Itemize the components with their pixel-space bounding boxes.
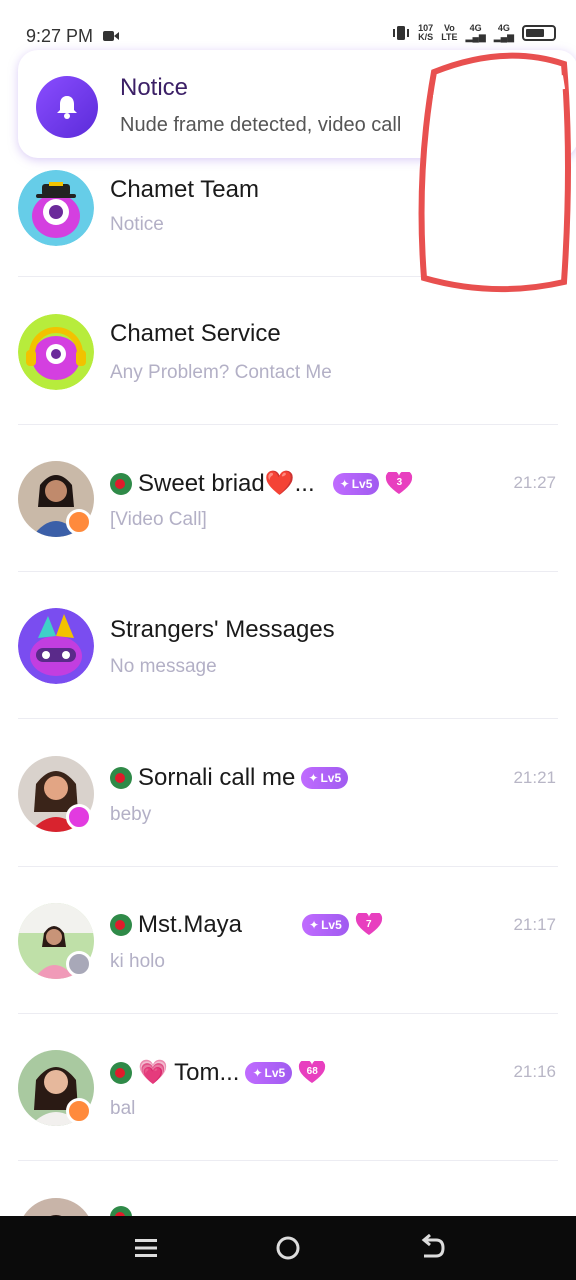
level-badge: ✦ Lv5 — [301, 767, 349, 789]
conversation-row[interactable]: Chamet Service Any Problem? Contact Me — [0, 278, 576, 425]
offline-status-dot — [66, 951, 92, 977]
intimacy-heart-badge: 68 — [298, 1060, 326, 1085]
status-time: 9:27 PM — [26, 26, 94, 46]
conversation-preview: Notice — [110, 214, 164, 235]
conversation-preview: ki holo — [110, 951, 165, 972]
battery-icon — [522, 25, 556, 41]
avatar — [18, 314, 94, 390]
conversation-row[interactable]: 💗 Tom... ✦ Lv5 68 bal 21:16 — [0, 1014, 576, 1161]
conversation-name-line: 💗 Tom... ✦ Lv5 68 — [110, 1058, 326, 1087]
net-speed: 107 K/S — [418, 23, 434, 42]
bell-icon — [36, 76, 98, 138]
intimacy-heart-badge: 3 — [385, 471, 413, 496]
conversation-preview: No message — [110, 656, 217, 677]
conversation-preview: Any Problem? Contact Me — [110, 362, 332, 383]
conversation-name-line — [110, 1206, 132, 1216]
divider — [18, 718, 558, 719]
online-status-dot — [66, 804, 92, 830]
notice-title: Notice — [120, 74, 189, 101]
signal-sim1-icon: 4G ▂▄▆ — [465, 23, 486, 42]
conversation-time: 21:21 — [513, 768, 556, 787]
status-icons: 107 K/S Vo LTE 4G ▂▄▆ 4G ▂▄▆ — [392, 24, 556, 42]
conversation-name: Strangers' Messages — [110, 616, 335, 643]
conversation-row[interactable]: Sornali call me ✦ Lv5 beby 21:21 — [0, 720, 576, 867]
redaction-scribble — [418, 52, 571, 293]
conversation-preview: [Video Call] — [110, 509, 207, 530]
conversation-name-line: Mst.Maya ✦ Lv5 7 — [110, 911, 383, 939]
intimacy-heart-badge: 7 — [355, 913, 383, 937]
divider — [18, 1160, 558, 1161]
conversation-name: Mst.Maya — [138, 911, 243, 938]
conversation-name: Sweet briad❤️... — [138, 470, 315, 497]
conversation-name: 💗 Tom... — [138, 1059, 240, 1086]
conversation-time: 21:16 — [513, 1062, 556, 1081]
bangladesh-flag-icon — [110, 1061, 132, 1084]
bangladesh-flag-icon — [110, 767, 132, 789]
vibrate-icon — [393, 26, 410, 40]
home-icon[interactable] — [274, 1234, 302, 1262]
conversation-row[interactable]: Strangers' Messages No message — [0, 572, 576, 719]
signal-sim2-icon: 4G ▂▄▆ — [493, 23, 514, 42]
avatar — [18, 1198, 94, 1216]
conversation-row[interactable]: Mst.Maya ✦ Lv5 7 ki holo 21:17 — [0, 867, 576, 1014]
menu-icon[interactable] — [132, 1234, 160, 1262]
conversation-name: Chamet Service — [110, 320, 281, 347]
conversation-name-line: Sornali call me ✦ Lv5 — [110, 764, 349, 792]
online-status-dot — [66, 509, 92, 535]
conversation-preview: bal — [110, 1098, 136, 1119]
conversation-time: 21:17 — [513, 915, 556, 934]
online-status-dot — [66, 1098, 92, 1124]
video-record-icon — [103, 31, 119, 41]
level-badge: ✦ Lv5 — [245, 1061, 293, 1084]
conversation-preview: beby — [110, 804, 152, 825]
avatar — [18, 608, 94, 684]
bangladesh-flag-icon — [110, 1206, 132, 1216]
level-badge: ✦ Lv5 — [302, 914, 349, 936]
avatar — [18, 170, 94, 246]
conversation-name: Chamet Team — [110, 176, 259, 203]
volte-indicator: Vo LTE — [441, 23, 458, 42]
back-icon[interactable] — [418, 1234, 446, 1262]
conversation-row-partial[interactable] — [0, 1162, 576, 1216]
conversation-time: 21:27 — [513, 473, 556, 492]
system-navigation-bar — [0, 1216, 576, 1280]
conversation-name: Sornali call me — [138, 764, 296, 791]
notice-text: Nude frame detected, video call — [120, 114, 402, 136]
bangladesh-flag-icon — [110, 914, 132, 936]
bangladesh-flag-icon — [110, 472, 132, 495]
conversation-row[interactable]: Sweet briad❤️... ✦ Lv5 3 [Video Call] 21:… — [0, 425, 576, 572]
conversation-name-line: Sweet briad❤️... ✦ Lv5 3 — [110, 469, 413, 498]
level-badge: ✦ Lv5 — [332, 472, 380, 495]
